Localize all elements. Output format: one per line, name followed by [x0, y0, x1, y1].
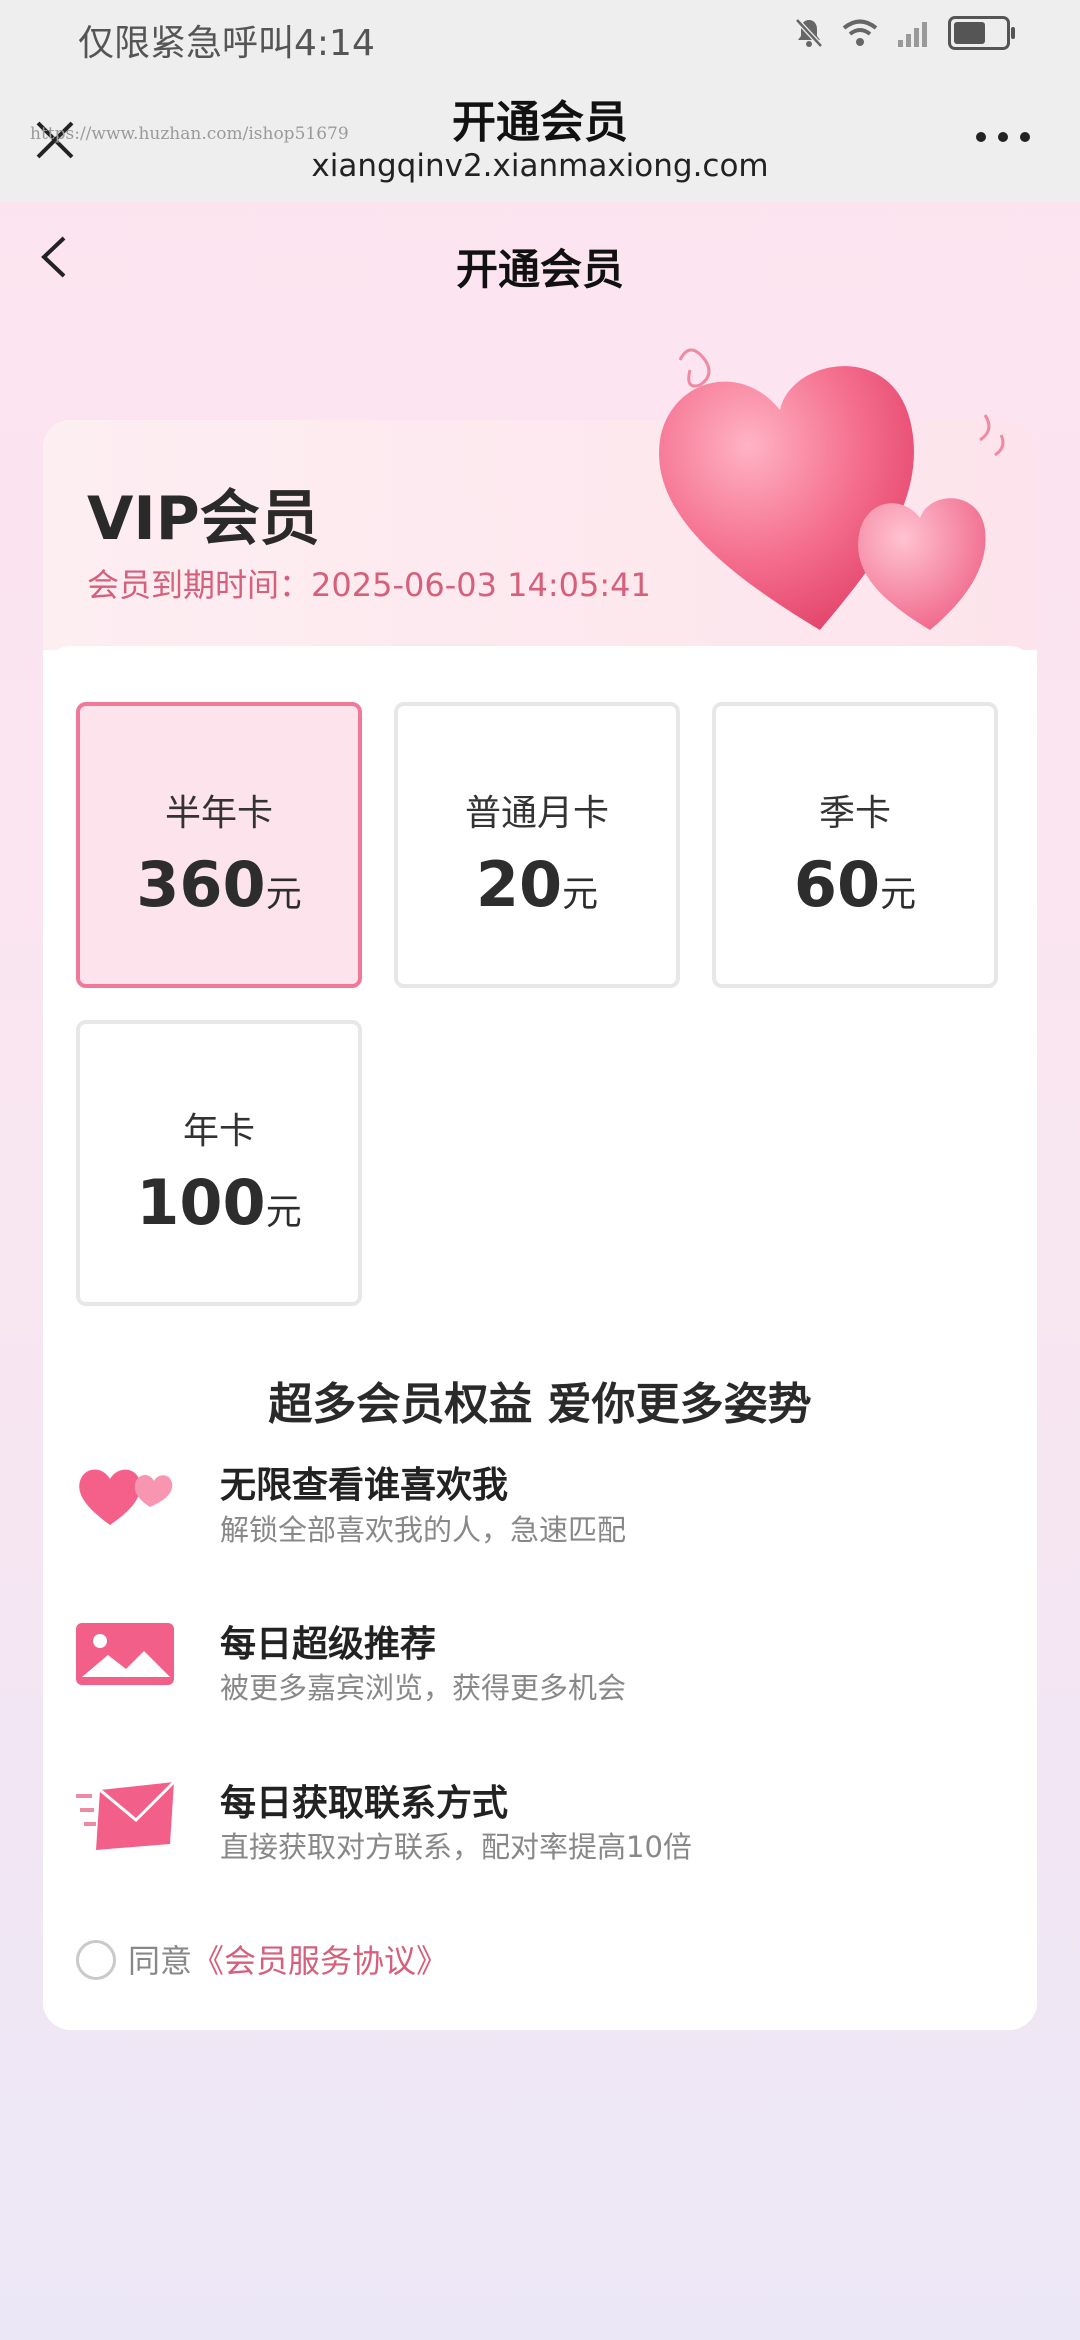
benefits-title: 超多会员权益 爱你更多姿势 [268, 1379, 812, 1430]
hearts-icon [79, 1469, 173, 1525]
vip-title: VIP会员 [87, 484, 320, 554]
battery-icon [948, 16, 1015, 50]
status-icons [794, 16, 1015, 50]
signal-icon [898, 22, 927, 47]
status-bar-text: 仅限紧急呼叫4:14 [78, 14, 375, 66]
page-title: 开通会员 [455, 245, 624, 294]
agree-checkbox[interactable] [76, 1940, 116, 1980]
benefit-title: 无限查看谁喜欢我 [220, 1465, 509, 1506]
expire-text: 会员到期时间：2025-06-03 14:05:41 [87, 560, 651, 606]
plan-price: 60元 [793, 848, 917, 921]
plan-price: 100元 [136, 1166, 302, 1239]
plan-name: 普通月卡 [464, 793, 609, 834]
expire-label: 会员到期时间： [87, 566, 312, 604]
benefit-title: 每日获取联系方式 [220, 1783, 509, 1824]
envelope-icon [76, 1780, 176, 1850]
plan-price: 360元 [136, 848, 302, 921]
plan-price: 20元 [475, 848, 599, 921]
more-options-icon[interactable] [976, 132, 1030, 142]
image-icon [76, 1623, 174, 1685]
plan-half-year[interactable]: 半年卡 360元 [76, 702, 362, 988]
plan-quarterly[interactable]: 季卡 60元 [712, 702, 998, 988]
expire-value: 2025-06-03 14:05:41 [311, 566, 651, 604]
clock-text: 4:14 [294, 23, 375, 64]
hearts-illustration-icon [659, 348, 1005, 630]
browser-url: xiangqinv2.xianmaxiong.com [311, 148, 769, 184]
plan-yearly[interactable]: 年卡 100元 [76, 1020, 362, 1306]
plan-monthly[interactable]: 普通月卡 20元 [394, 702, 680, 988]
benefit-title: 每日超级推荐 [220, 1624, 437, 1665]
plan-name: 季卡 [818, 793, 891, 834]
plan-name: 年卡 [182, 1111, 255, 1152]
agreement-text: 同意《会员服务协议》 [128, 1936, 448, 1982]
wifi-icon [842, 19, 878, 46]
carrier-text: 仅限紧急呼叫 [78, 23, 295, 64]
benefit-desc: 解锁全部喜欢我的人，急速匹配 [220, 1513, 627, 1547]
benefit-desc: 直接获取对方联系，配对率提高10倍 [220, 1830, 692, 1864]
plan-name: 半年卡 [164, 793, 273, 834]
benefit-desc: 被更多嘉宾浏览，获得更多机会 [220, 1671, 627, 1705]
agreement-prefix: 同意 [128, 1942, 193, 1980]
mute-bell-icon [795, 18, 823, 48]
browser-title: 开通会员 [452, 97, 628, 148]
service-agreement-link[interactable]: 《会员服务协议》 [192, 1942, 448, 1980]
